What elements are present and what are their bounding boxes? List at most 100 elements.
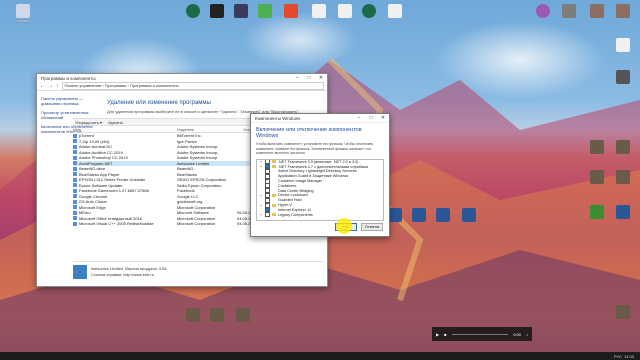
desktop-app-icon[interactable] — [358, 4, 380, 18]
expand-icon[interactable]: + — [259, 164, 263, 169]
desktop-icon-glyph — [616, 305, 630, 319]
program-name: 7-Zip 19.00 (x64) — [73, 139, 177, 144]
uninstall-button[interactable]: Удалить — [108, 120, 123, 125]
desktop-app-icon[interactable] — [532, 4, 554, 18]
volume-icon[interactable]: ♪ — [526, 332, 528, 337]
cancel-button[interactable]: Отмена — [361, 223, 383, 231]
feature-label: Data Center Bridging — [278, 188, 314, 193]
desktop-file-icon[interactable] — [612, 70, 634, 84]
maximize-icon[interactable]: □ — [303, 75, 315, 81]
desktop-file-icon[interactable] — [558, 4, 580, 18]
desktop-icon-glyph — [236, 308, 250, 322]
minimize-icon[interactable]: – — [291, 75, 303, 81]
feature-label: Internet Explorer 11 — [278, 207, 312, 212]
organize-button[interactable]: Упорядочить ▾ — [75, 120, 102, 125]
expand-icon[interactable]: + — [259, 203, 263, 208]
desktop-app-icon[interactable] — [254, 4, 276, 18]
column-name[interactable]: Имя — [73, 127, 177, 132]
folder-icon — [272, 208, 276, 211]
program-name-text: Microsoft Visual C++ 2005 Redistributabl… — [79, 221, 154, 227]
desktop-file-icon[interactable] — [612, 4, 634, 18]
desktop-file-icon[interactable] — [612, 140, 634, 154]
minimize-icon[interactable]: – — [353, 115, 365, 121]
back-icon[interactable]: ← — [40, 83, 45, 89]
program-publisher: Seiko Epson Corporation — [177, 182, 222, 188]
program-icon — [73, 216, 77, 221]
folder-icon — [272, 184, 276, 187]
desktop-icon-glyph — [388, 208, 402, 222]
desktop-file-icon[interactable] — [586, 140, 608, 154]
desktop-icon-glyph — [284, 4, 298, 18]
desktop-app-icon[interactable] — [230, 4, 252, 18]
desktop-file-icon[interactable] — [334, 4, 356, 18]
program-name: Facebook Gameroom 1.27.6967.27686 — [73, 188, 177, 193]
folder-icon — [272, 165, 276, 169]
recycle-bin-icon[interactable]: Корзина — [12, 4, 34, 23]
program-name: Microsoft Visual C++ 2005 Redistributabl… — [73, 221, 177, 226]
desktop-file-icon[interactable] — [384, 4, 406, 18]
clock[interactable]: 11:03 — [624, 354, 634, 359]
desktop-icon-glyph — [616, 4, 630, 18]
word-document-icon[interactable] — [432, 208, 454, 222]
forward-icon[interactable]: → — [48, 83, 53, 89]
folder-icon — [272, 160, 276, 164]
dialog-description: Чтобы включить компонент, установите его… — [256, 142, 374, 155]
features-tree[interactable]: + .NET Framework 3.5 (включает .NET 2.0 и… — [256, 158, 384, 221]
desktop-icon-glyph — [16, 4, 30, 18]
column-publisher[interactable]: Издатель — [177, 127, 237, 132]
desktop-file-icon[interactable] — [612, 170, 634, 184]
word-document-icon[interactable] — [458, 208, 480, 222]
program-name-text: Microsoft Office стандартный 2016 — [79, 215, 142, 221]
program-name-text: EPSON L312 Series Printer Uninstall — [79, 177, 145, 183]
desktop-file-icon[interactable] — [612, 38, 634, 52]
expand-icon[interactable]: + — [259, 212, 263, 217]
desktop-file-icon[interactable] — [308, 4, 330, 18]
taskbar: РУС 11:03 — [0, 352, 640, 360]
desktop-file-icon[interactable] — [586, 4, 608, 18]
program-name: MEmu — [73, 210, 177, 215]
desktop-file-icon[interactable] — [612, 305, 634, 319]
close-icon[interactable]: ✕ — [377, 115, 389, 121]
desktop-file-icon[interactable] — [182, 308, 204, 322]
desktop-icon-glyph — [234, 4, 248, 18]
expand-icon[interactable]: + — [259, 193, 263, 198]
language-indicator[interactable]: РУС — [614, 354, 622, 359]
desktop-app-icon[interactable] — [206, 4, 228, 18]
maximize-icon[interactable]: □ — [365, 115, 377, 121]
desktop-file-icon[interactable] — [586, 170, 608, 184]
desktop-icon-glyph — [562, 4, 576, 18]
program-name-text: Facebook Gameroom 1.27.6967.27686 — [79, 188, 149, 194]
desktop-icon-glyph — [412, 208, 426, 222]
desktop-icon-glyph — [536, 4, 550, 18]
window-titlebar: Программы и компоненты – □ ✕ — [37, 74, 327, 82]
close-icon[interactable]: ✕ — [315, 75, 327, 81]
up-icon[interactable]: ↑ — [56, 83, 59, 89]
desktop-file-icon[interactable] — [612, 205, 634, 219]
program-name-text: Epson Software Updater — [79, 182, 123, 188]
program-publisher: Google LLC — [177, 193, 199, 199]
breadcrumb[interactable]: Панель управления › Программы › Программ… — [61, 82, 324, 90]
play-icon[interactable]: ▶ — [436, 332, 439, 337]
media-progress[interactable] — [451, 333, 509, 335]
program-icon — [73, 161, 77, 166]
desktop-app-icon[interactable] — [280, 4, 302, 18]
desktop-app-icon[interactable] — [182, 4, 204, 18]
feature-checkbox[interactable] — [265, 212, 270, 218]
desktop-file-icon[interactable] — [586, 205, 608, 219]
details-publisher: Isetsunice Limited — [91, 266, 124, 271]
desktop-file-icon[interactable] — [206, 308, 228, 322]
desktop-icon-glyph — [462, 208, 476, 222]
program-publisher: Facebook — [177, 188, 195, 194]
word-document-icon[interactable] — [408, 208, 430, 222]
details-link-label: Ссылка справки: — [91, 272, 123, 277]
desktop-file-icon[interactable] — [232, 308, 254, 322]
stop-icon[interactable]: ■ — [444, 332, 446, 337]
link-control-panel-home[interactable]: Панель управления — домашняя страница — [41, 96, 99, 106]
program-name-text: BlueStacks App Player — [79, 171, 120, 177]
details-link[interactable]: http://www.ebit.ru — [123, 272, 154, 277]
program-name: Microsoft Edge — [73, 205, 177, 210]
feature-item[interactable]: + Legacy Components — [257, 212, 383, 218]
media-time: 0:00 — [513, 331, 521, 337]
program-publisher: Adobe Systems Incorp. — [177, 144, 219, 150]
program-name-text: AnvirProgram.NET — [79, 160, 113, 166]
